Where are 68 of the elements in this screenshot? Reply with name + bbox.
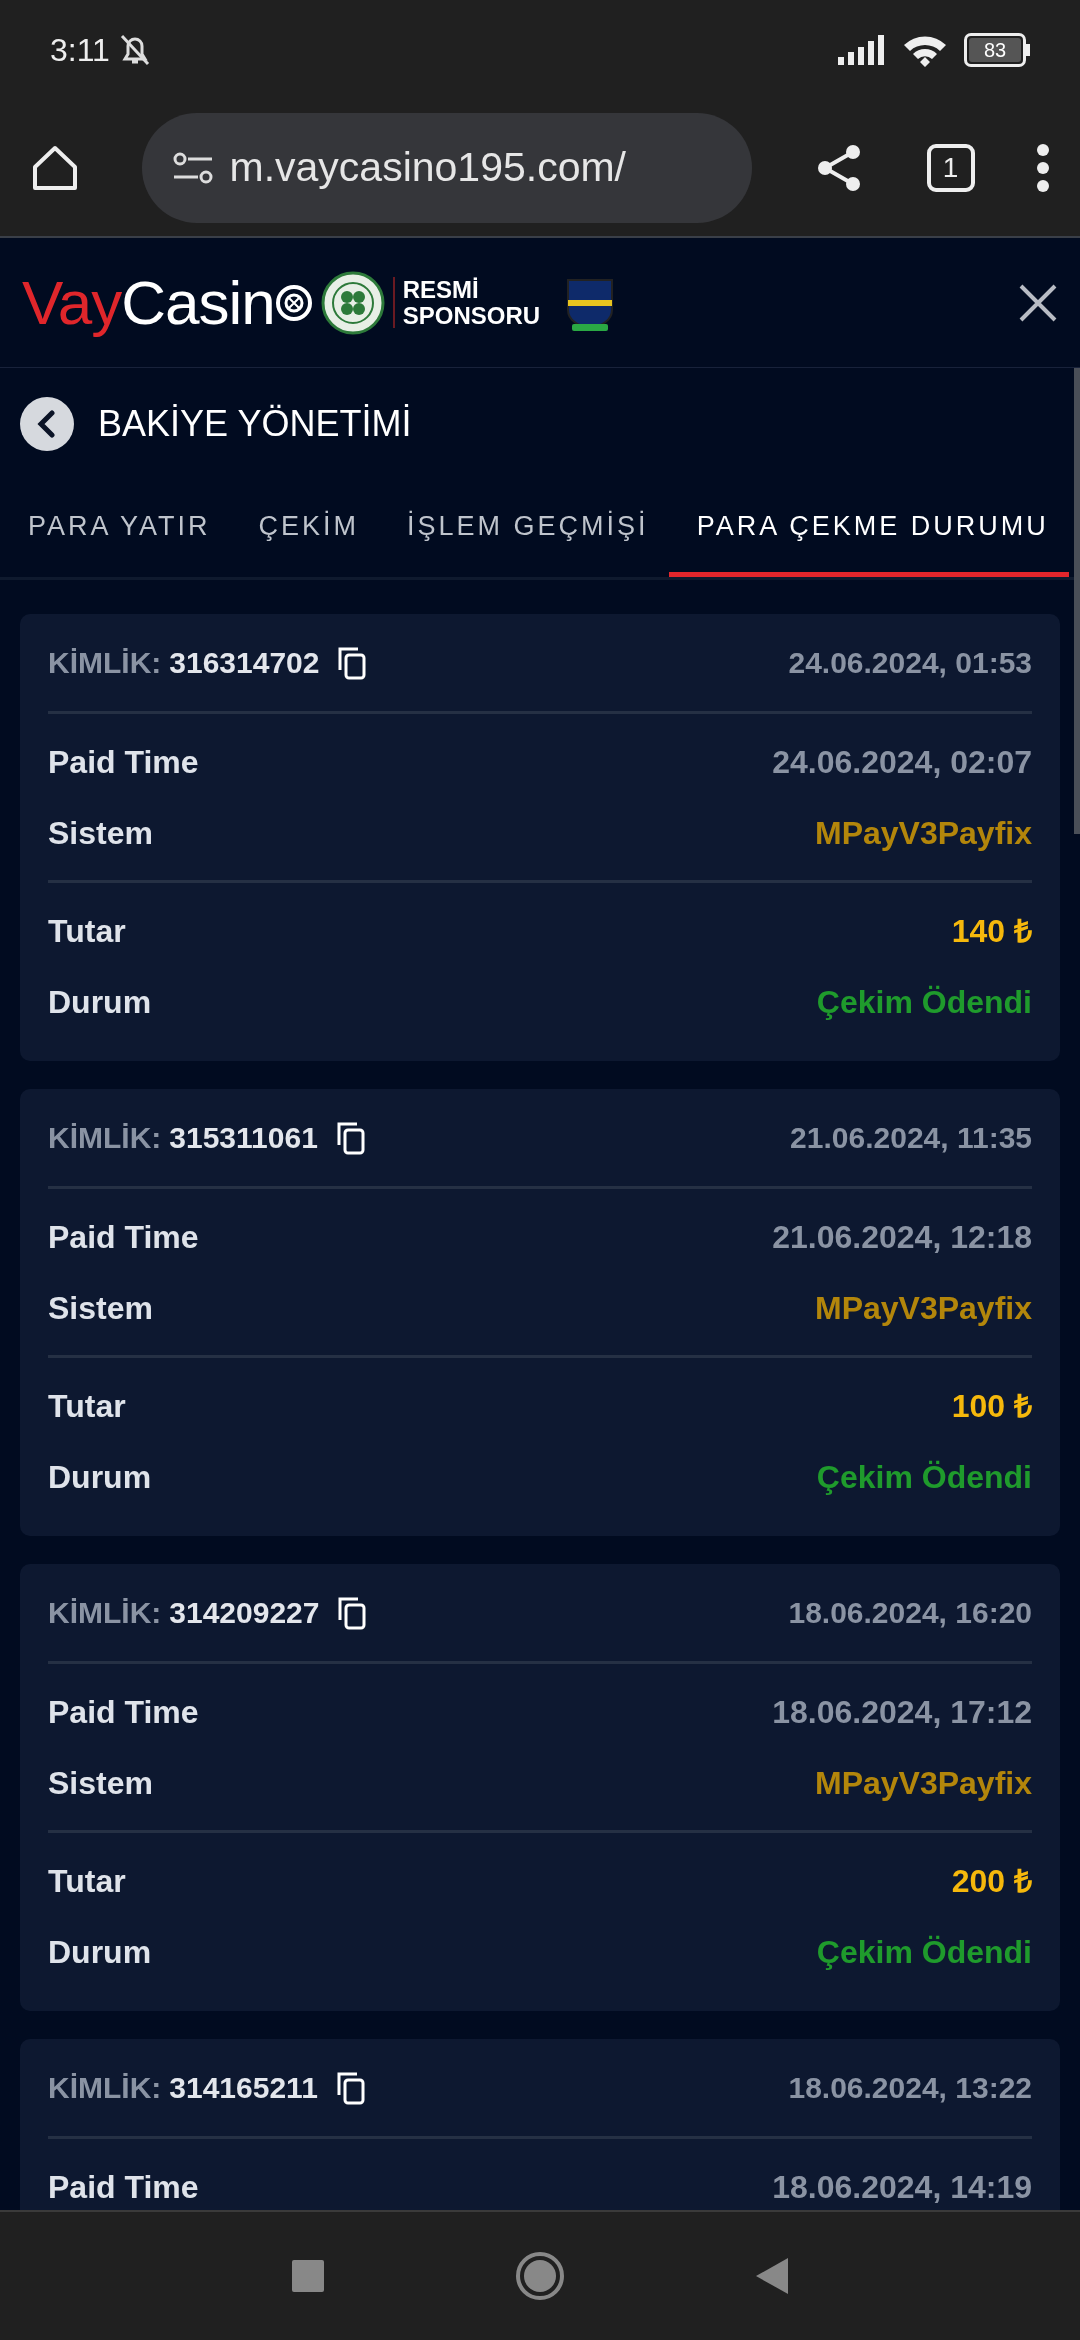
id-label: KİMLİK: [48,1595,162,1631]
back-button[interactable] [20,397,74,451]
field-value: MPayV3Payfix [815,1763,1032,1803]
recents-icon[interactable] [291,2259,325,2293]
tab[interactable]: İŞLEM GEÇMİŞİ [379,480,669,577]
close-icon[interactable] [1018,282,1058,323]
date-text: 24.06.2024, 01:53 [788,645,1032,681]
id-label: KİMLİK: [48,1120,162,1156]
field-value: 18.06.2024, 14:19 [772,2167,1032,2207]
id-value: 316314702 [169,645,320,681]
field-value: Çekim Ödendi [816,982,1032,1022]
chevron-left-icon [36,410,58,438]
field-label: Sistem [48,813,153,853]
field-value: 140 ₺ [951,911,1032,951]
chip-icon [274,283,313,322]
field-label: Durum [48,1932,152,1972]
field-value: Çekim Ödendi [816,1932,1032,1972]
field-value: MPayV3Payfix [815,813,1032,853]
id-value: 314209227 [169,1595,320,1631]
field-value: 200 ₺ [951,1861,1032,1901]
field-label: Tutar [48,1861,126,1901]
status-time: 3:11 [50,31,110,70]
field-label: Tutar [48,911,126,951]
battery-level: 83 [969,38,1021,62]
field-value: 24.06.2024, 02:07 [772,742,1032,782]
menu-icon[interactable] [1036,143,1050,193]
tab[interactable]: ÇEKİM [230,480,380,577]
id-value: 315311061 [169,1120,318,1156]
field-value: 18.06.2024, 17:12 [772,1692,1032,1732]
date-text: 18.06.2024, 16:20 [788,1595,1032,1631]
signal-icon [838,35,886,65]
field-label: Durum [48,1457,152,1497]
field-label: Paid Time [48,742,199,782]
id-label: KİMLİK: [48,2070,162,2106]
sponsor-text: RESMİ [402,277,480,303]
club-crest-icon [320,270,385,335]
home-icon[interactable] [30,143,80,193]
field-value: MPayV3Payfix [815,1288,1032,1328]
id-label: KİMLİK: [48,645,162,681]
tab[interactable]: PARA ÇEKME DURUMU [668,480,1069,577]
field-label: Paid Time [48,1692,199,1732]
field-label: Sistem [48,1763,153,1803]
field-label: Sistem [48,1288,153,1328]
id-value: 314165211 [169,2070,318,2106]
copy-icon[interactable] [337,1595,368,1630]
address-bar[interactable]: m.vaycasino195.com/ [141,113,752,223]
site-settings-icon[interactable] [171,151,214,185]
tab[interactable]: PARA YATIR [0,480,231,577]
copy-icon[interactable] [335,2070,366,2105]
home-button-icon[interactable] [515,2251,565,2301]
date-text: 21.06.2024, 11:35 [790,1120,1032,1156]
field-value: 100 ₺ [951,1386,1032,1426]
field-value: Çekim Ödendi [816,1457,1032,1497]
wifi-icon [902,33,948,67]
back-icon[interactable] [755,2257,789,2295]
field-label: Paid Time [48,2167,199,2207]
field-label: Tutar [48,1386,126,1426]
copy-icon[interactable] [335,1120,366,1155]
date-text: 18.06.2024, 13:22 [788,2070,1032,2106]
field-label: Durum [48,982,152,1022]
scrollbar[interactable] [1074,368,1080,834]
site-logo[interactable]: VayCasin [22,256,313,349]
field-value: 21.06.2024, 12:18 [772,1217,1032,1257]
field-label: Paid Time [48,1217,199,1257]
copy-icon[interactable] [337,645,368,680]
sponsor-text: SPONSORU [402,302,541,328]
page-title: BAKİYE YÖNETİMİ [98,402,412,446]
tab-switcher-button[interactable]: 1 [926,144,975,192]
